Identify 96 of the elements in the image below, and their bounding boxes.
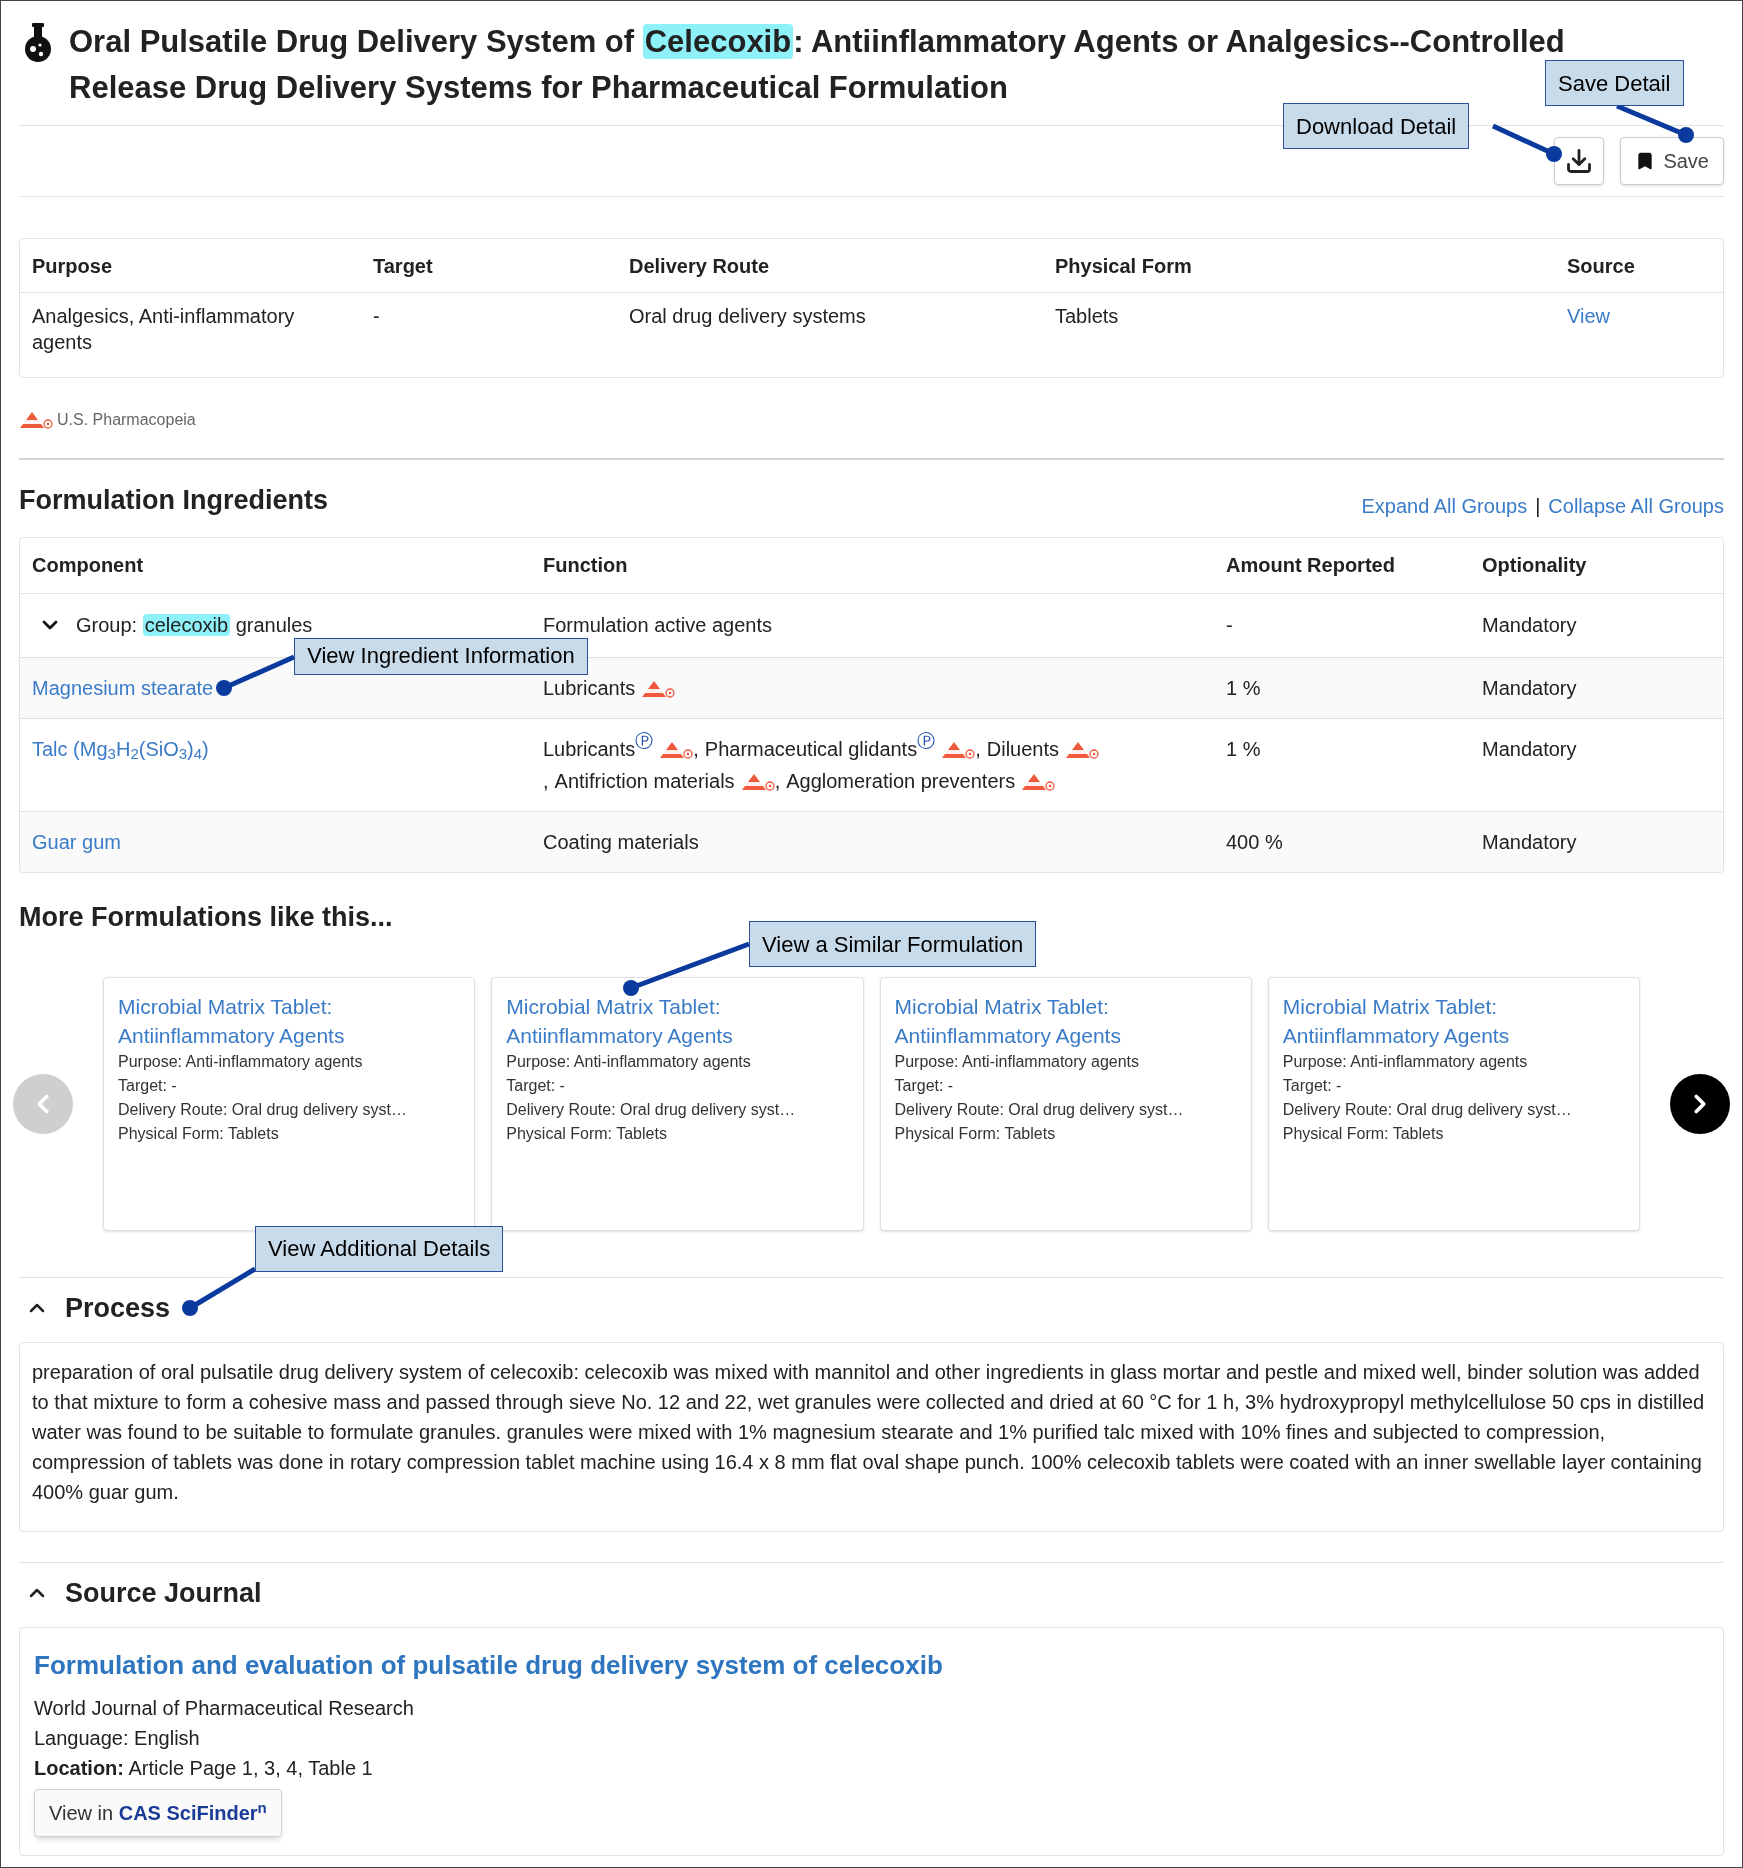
group-label: Group: celecoxib granules [76,613,313,638]
note-mark: Ⓟ [635,729,654,751]
table-cell-text: - [372,304,381,329]
table-cell-text: Tablets [1054,304,1120,329]
column-header: Delivery Route [628,253,771,279]
expand-all-link[interactable]: Expand All Groups [1361,490,1528,521]
language-text: Language: English [34,1726,201,1751]
card-detail: Target: - [894,1076,955,1096]
formulation-card[interactable]: Microbial Matrix Tablet: Antiinflammatory Agents Purpose: Anti-inflammatory agents Target: - Delivery Route: Oral drug delivery syst… Physical Form: Tablets [879,977,1252,1231]
comma: , [693,737,699,760]
card-detail: Purpose: Anti-inflammatory agents [118,1052,364,1072]
column-header: Target [372,253,434,279]
triangle-logo-icon [19,411,53,429]
legend-text: U.S. Pharmacopeia [57,410,196,430]
card-detail: Target: - [118,1076,178,1096]
function-label: Pharmaceutical glidants [704,737,918,760]
column-header: Source [1566,253,1636,279]
comma: , [975,737,981,760]
journal-name: World Journal of Pharmaceutical Research [34,1696,415,1721]
column-header: Component [31,553,145,578]
next-button[interactable] [1670,1074,1730,1134]
callout-label: Download Detail [1283,103,1470,149]
table-cell-text: 400 % [1225,829,1284,855]
table-cell-text: Mandatory [1481,829,1578,855]
column-header: Physical Form [1054,253,1193,279]
table-cell-text: Mandatory [1481,675,1578,701]
save-button[interactable]: Save [1620,137,1724,185]
function-label: Lubricants [543,737,636,760]
card-detail: Delivery Route: Oral drug delivery syst… [894,1100,1185,1120]
table-cell-text: Mandatory [1481,736,1578,762]
section-title: Source Journal [65,1577,262,1608]
card-title-link[interactable]: Microbial Matrix Tablet: Antiinflammatory Agents [894,992,1237,1050]
function-label: Antifriction materials [554,769,735,792]
download-button[interactable] [1554,137,1605,185]
download-icon [1565,147,1594,175]
triangle-logo-icon [1065,741,1099,760]
link-separator: | [1535,493,1541,519]
column-header: Purpose [31,253,114,279]
card-detail: Purpose: Anti-inflammatory agents [894,1052,1141,1072]
comma: , [774,769,781,792]
section-title: Process [65,1292,171,1323]
leader-line [1491,123,1562,162]
triangle-logo-icon [641,680,676,699]
function-label: Lubricants [543,676,636,699]
section-title: More Formulations like this... [19,900,394,934]
process-text: preparation of oral pulsatile drug delivery system of celecoxib: celecoxib was mixed with mannitol and other ingredients in glass mortar and pestle and mixed well, binder solution was added to that mixture to form a cohesive mass and passed through sieve No. 12 and 22, wet granules were collected and dried at 60 °C for 1 h, 3% hydroxypropyl methylcellulose 50 cps in distilled water was found to be suitable to formulate granules. granules were mixed with 1% magnesium stearate and 1% purified talc mixed with 10% fines and subjected to compression, compression of tablets was done in rotary compression tablet machine using 16.4 x 8 mm flat oval shape punch. 100% celecoxib tablets were coated with an inner swellable layer containing 400% guar gum. [32,1360,1706,1505]
card-title-link[interactable]: Microbial Matrix Tablet: Antiinflammatory Agents [1282,992,1625,1050]
section-title: Formulation Ingredients [19,484,328,517]
callout-label: View Ingredient Information [294,637,588,675]
function-label: Diluents [986,737,1059,760]
function-label: Agglomeration preventers [786,769,1016,792]
ingredient-link[interactable]: Guar gum [32,830,121,853]
callout-label: View a Similar Formulation [749,921,1037,967]
card-detail: Physical Form: Tablets [118,1124,280,1144]
card-title-link[interactable]: Microbial Matrix Tablet: Antiinflammatory Agents [118,992,461,1050]
card-detail: Physical Form: Tablets [506,1124,668,1144]
formulation-card[interactable]: Microbial Matrix Tablet: Antiinflammatory Agents Purpose: Anti-inflammatory agents Target: - Delivery Route: Oral drug delivery syst… Physical Form: Tablets [1267,977,1640,1231]
card-detail: Physical Form: Tablets [894,1124,1057,1144]
view-link[interactable]: View [1567,305,1610,327]
table-cell-text: Oral drug delivery systems [628,304,867,329]
card-detail: Target: - [506,1076,566,1096]
table-cell-text: 1 % [1225,736,1262,762]
card-detail: Physical Form: Tablets [1282,1124,1445,1144]
table-cell-text: 1 % [1225,675,1262,701]
callout-label: View Additional Details [255,1225,504,1272]
triangle-logo-icon [740,773,775,792]
callout-label: Save Detail [1545,60,1684,106]
function-label: Coating materials [543,830,699,853]
column-header: Optionality [1481,553,1588,578]
table-cell-text: Analgesics, Anti-inflammatory agents [31,304,296,355]
article-title-link[interactable]: Formulation and evaluation of pulsatile drug delivery system of celecoxib [34,1646,1709,1685]
table-cell-text: Formulation active agents [542,613,773,638]
ingredient-link[interactable]: Magnesium stearate [32,676,214,699]
flask-icon [23,23,53,63]
triangle-logo-icon [1021,773,1056,792]
location-text: Location: Article Page 1, 3, 4, Table 1 [34,1756,374,1781]
card-title-link[interactable]: Microbial Matrix Tablet: Antiinflammatory Agents [506,992,849,1050]
column-header: Function [542,553,629,578]
card-detail: Purpose: Anti-inflammatory agents [506,1052,752,1072]
card-detail: Delivery Route: Oral drug delivery syst… [118,1100,408,1120]
table-cell-text: - [1225,613,1234,638]
scifinder-button[interactable]: View in CAS SciFinder$^{n}$ [34,1789,282,1837]
ingredient-link[interactable]: Talc (Mg$_{3}$H$_{2}$(SiO$_{3}$)$_{4}$) [32,737,209,760]
formulation-card[interactable]: Microbial Matrix Tablet: Antiinflammatory Agents Purpose: Anti-inflammatory agents Target: - Delivery Route: Oral drug delivery syst… Physical Form: Tablets [103,977,476,1231]
column-header: Amount Reported [1225,553,1396,578]
card-detail: Delivery Route: Oral drug delivery syst… [506,1100,797,1120]
card-detail: Delivery Route: Oral drug delivery syst… [1282,1100,1573,1120]
triangle-logo-icon [659,741,694,760]
collapse-all-link[interactable]: Collapse All Groups [1548,490,1724,521]
formulation-card[interactable]: Microbial Matrix Tablet: Antiinflammatory Agents Purpose: Anti-inflammatory agents Target: - Delivery Route: Oral drug delivery syst… Physical Form: Tablets [491,977,864,1231]
card-detail: Purpose: Anti-inflammatory agents [1282,1052,1529,1072]
note-mark: Ⓟ [917,729,936,751]
table-cell-text: Mandatory [1481,613,1578,638]
card-detail: Target: - [1282,1076,1343,1096]
comma: , [543,769,549,792]
triangle-logo-icon [941,741,976,760]
